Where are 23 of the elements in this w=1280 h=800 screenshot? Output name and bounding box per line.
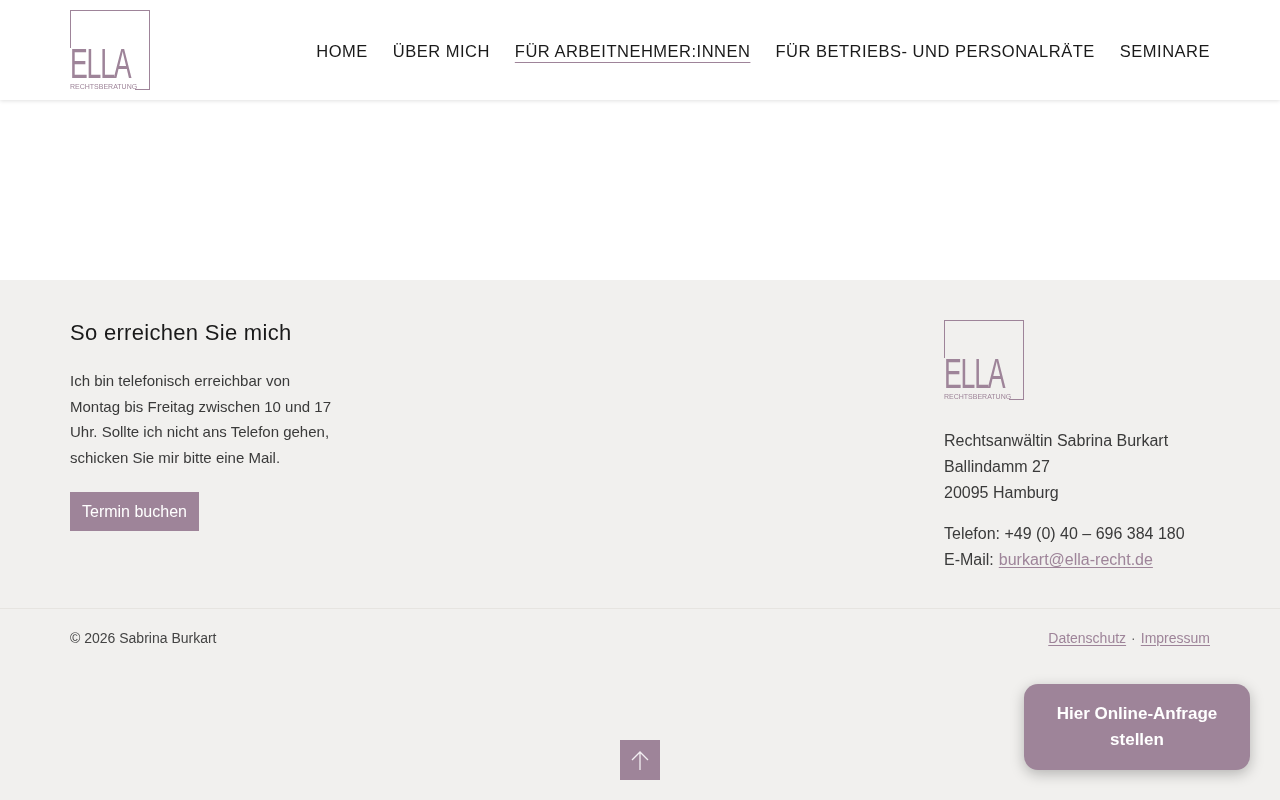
address-line: Rechtsanwältin Sabrina Burkart: [944, 431, 1169, 451]
logo-wordmark: ELLA: [944, 352, 1005, 395]
contact-text: Ich bin telefonisch erreichbar von Montag bis Freitag zwischen 10 und 17 Uhr. Sollte ich nicht ans Telefon gehen, schicken Sie mir bitte eine Mail.: [70, 371, 332, 468]
email-label: E-Mail:: [944, 550, 994, 570]
nav-link[interactable]: SEMINARE: [1119, 38, 1210, 64]
online-inquiry-button[interactable]: Hier Online-Anfrage stellen: [1024, 684, 1250, 770]
scroll-to-top-button[interactable]: [620, 740, 660, 780]
copyright-text: © 2026 Sabrina Burkart: [70, 629, 217, 648]
separator-dot: ·: [1131, 629, 1136, 648]
nav-link[interactable]: HOME: [316, 38, 368, 64]
book-appointment-button[interactable]: Termin buchen: [70, 492, 199, 531]
address-line: 20095 Hamburg: [944, 483, 1059, 503]
arrow-up-icon: [631, 750, 649, 770]
nav-link[interactable]: FÜR ARBEITNEHMER:INNEN: [514, 38, 751, 64]
phone-number: Telefon: +49 (0) 40 – 696 384 180: [944, 524, 1185, 544]
footer-heading: So erreichen Sie mich: [70, 319, 292, 347]
footer-link[interactable]: Impressum: [1140, 628, 1210, 649]
footer-link[interactable]: Datenschutz: [1048, 628, 1127, 649]
nav-link[interactable]: ÜBER MICH: [392, 38, 490, 64]
email-link[interactable]: burkart@ella-recht.de: [998, 547, 1153, 573]
nav-link[interactable]: FÜR BETRIEBS- UND PERSONALRÄTE: [775, 38, 1095, 64]
address-line: Ballindamm 27: [944, 457, 1050, 477]
logo-wordmark: ELLA: [70, 42, 131, 85]
